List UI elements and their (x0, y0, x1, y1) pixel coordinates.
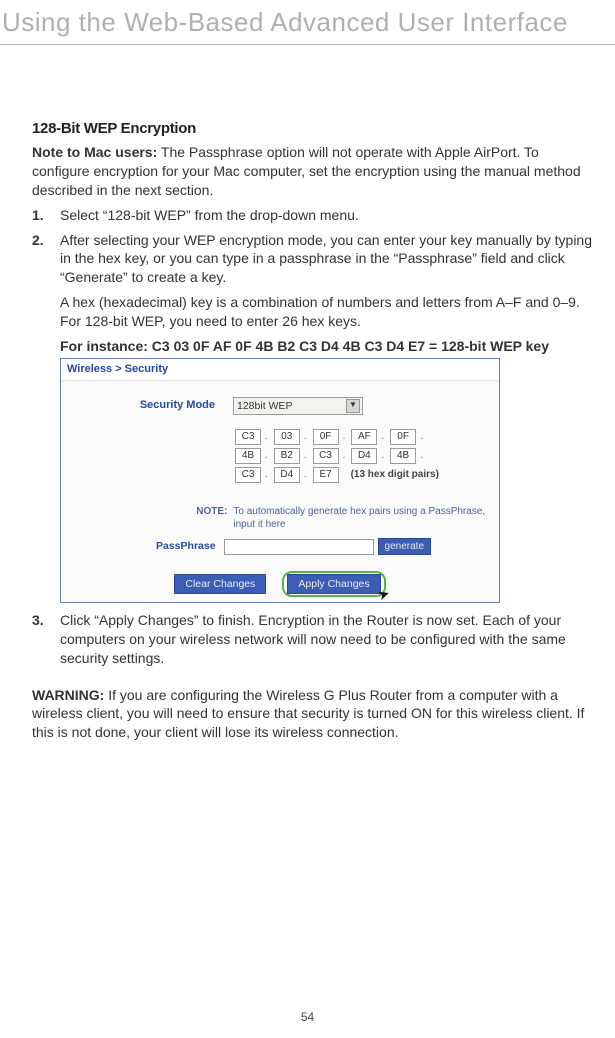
step-3: Click “Apply Changes” to finish. Encrypt… (32, 611, 595, 668)
hex-example: For instance: C3 03 0F AF 0F 4B B2 C3 D4… (60, 337, 595, 356)
hex-input[interactable]: E7 (313, 467, 339, 483)
apply-changes-button[interactable]: Apply Changes (287, 574, 380, 594)
note-text: To automatically generate hex pairs usin… (233, 505, 499, 532)
security-mode-row: Security Mode 128bit WEP ▼ (107, 397, 499, 415)
step-2-text: After selecting your WEP encryption mode… (60, 232, 592, 286)
hex-separator: . (304, 430, 307, 444)
clear-changes-button[interactable]: Clear Changes (174, 574, 266, 594)
hex-separator: . (265, 468, 268, 482)
passphrase-label: PassPhrase (156, 539, 216, 553)
hex-input[interactable]: 0F (313, 429, 339, 445)
mac-note-paragraph: Note to Mac users: The Passphrase option… (32, 143, 595, 200)
apply-highlight-oval: Apply Changes ➤ (282, 571, 385, 597)
step-2-subtext: A hex (hexadecimal) key is a combination… (60, 293, 595, 331)
generate-button[interactable]: generate (378, 538, 431, 556)
hex-separator: . (381, 449, 384, 463)
hex-separator: . (343, 430, 346, 444)
security-mode-select[interactable]: 128bit WEP ▼ (233, 397, 363, 415)
hex-input[interactable]: B2 (274, 448, 300, 464)
warning-label: WARNING: (32, 687, 104, 703)
security-mode-label: Security Mode (107, 398, 215, 413)
section-title: 128-Bit WEP Encryption (32, 120, 595, 137)
mac-note-label: Note to Mac users: (32, 144, 157, 160)
hex-key-grid: C3. 03. 0F. AF. 0F. 4B. B2. C3. D4. 4B. (235, 429, 499, 483)
button-row: Clear Changes Apply Changes ➤ (61, 571, 499, 597)
hex-input[interactable]: 4B (390, 448, 416, 464)
step-1-text: Select “128-bit WEP” from the drop-down … (60, 207, 359, 223)
hex-input[interactable]: 03 (274, 429, 300, 445)
step-1: Select “128-bit WEP” from the drop-down … (32, 206, 595, 225)
steps-list: Select “128-bit WEP” from the drop-down … (32, 206, 595, 668)
hex-separator: . (304, 468, 307, 482)
warning-text: If you are configuring the Wireless G Pl… (32, 687, 584, 741)
hex-separator: . (343, 449, 346, 463)
hex-input[interactable]: D4 (274, 467, 300, 483)
router-screenshot: Wireless > Security Security Mode 128bit… (60, 358, 500, 603)
hex-separator: . (265, 449, 268, 463)
hex-input[interactable]: AF (351, 429, 377, 445)
hex-input[interactable]: C3 (235, 429, 261, 445)
security-mode-value: 128bit WEP (237, 399, 292, 413)
content-area: 128-Bit WEP Encryption Note to Mac users… (0, 45, 615, 742)
step-2: After selecting your WEP encryption mode… (32, 231, 595, 603)
hex-separator: . (265, 430, 268, 444)
passphrase-note: NOTE: To automatically generate hex pair… (191, 505, 499, 532)
passphrase-input[interactable] (224, 539, 374, 555)
hex-pairs-note: (13 hex digit pairs) (351, 468, 439, 482)
warning-paragraph: WARNING: If you are configuring the Wire… (32, 686, 595, 743)
hex-input[interactable]: C3 (235, 467, 261, 483)
page-number: 54 (0, 1010, 615, 1024)
hex-row-2: 4B. B2. C3. D4. 4B. (235, 448, 499, 464)
router-breadcrumb: Wireless > Security (61, 359, 499, 381)
dropdown-arrow-icon: ▼ (346, 399, 360, 413)
hex-separator: . (381, 430, 384, 444)
hex-row-3: C3. D4. E7 (13 hex digit pairs) (235, 467, 499, 483)
hex-input[interactable]: D4 (351, 448, 377, 464)
hex-row-1: C3. 03. 0F. AF. 0F. (235, 429, 499, 445)
hex-input[interactable]: C3 (313, 448, 339, 464)
step-3-text: Click “Apply Changes” to finish. Encrypt… (60, 612, 566, 666)
cursor-icon: ➤ (375, 583, 392, 605)
note-prefix: NOTE: (191, 505, 227, 532)
hex-separator: . (304, 449, 307, 463)
hex-input[interactable]: 4B (235, 448, 261, 464)
passphrase-row: PassPhrase generate (156, 538, 499, 556)
page-header: Using the Web-Based Advanced User Interf… (0, 0, 615, 45)
hex-input[interactable]: 0F (390, 429, 416, 445)
hex-separator: . (420, 449, 423, 463)
hex-separator: . (420, 430, 423, 444)
